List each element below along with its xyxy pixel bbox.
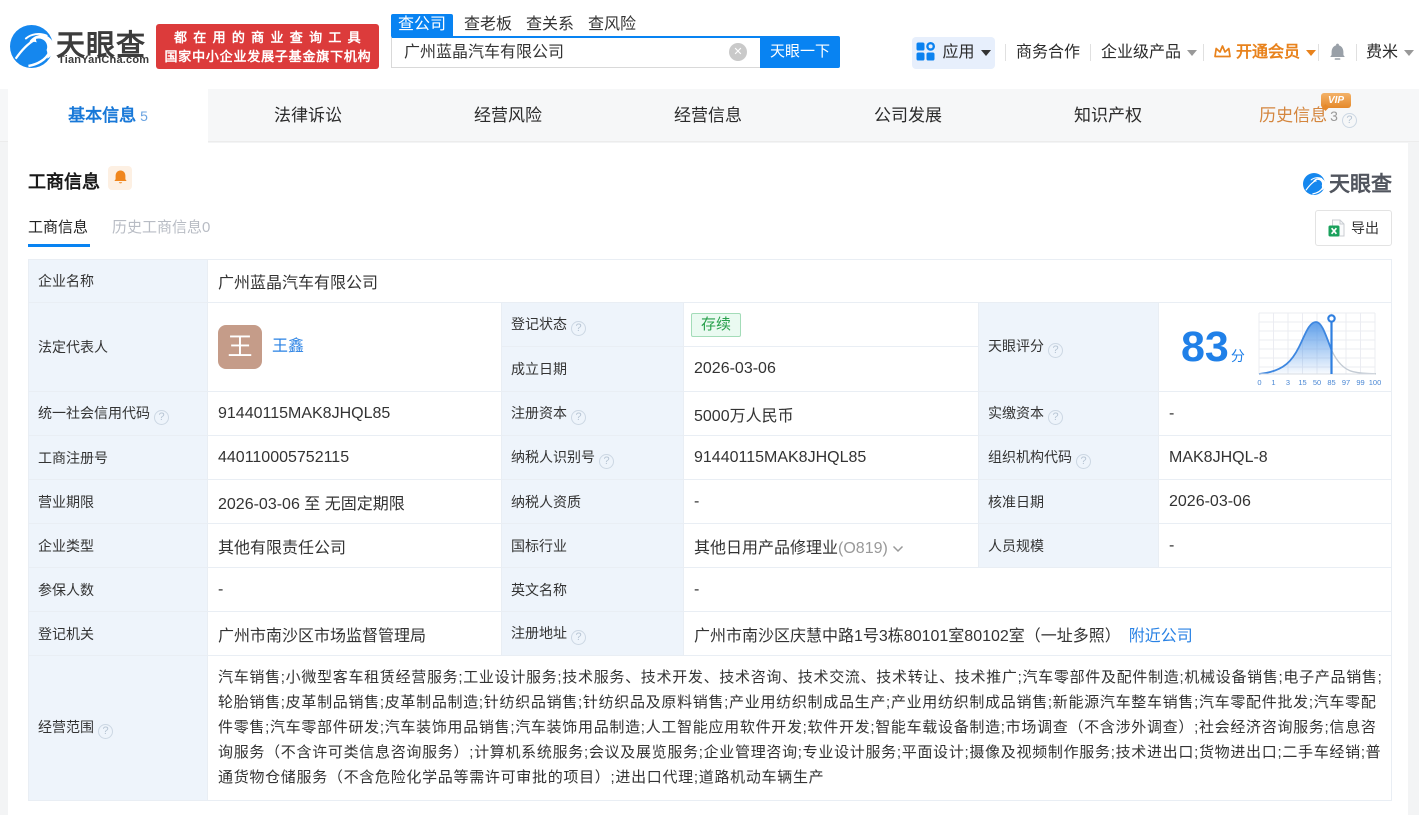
svg-text:0: 0 xyxy=(1257,378,1261,387)
svg-text:85: 85 xyxy=(1327,378,1335,387)
svg-text:50: 50 xyxy=(1313,378,1321,387)
svg-text:1: 1 xyxy=(1271,378,1275,387)
svg-text:15: 15 xyxy=(1298,378,1306,387)
svg-text:99: 99 xyxy=(1356,378,1364,387)
svg-text:100: 100 xyxy=(1369,378,1382,387)
svg-text:3: 3 xyxy=(1286,378,1290,387)
svg-text:97: 97 xyxy=(1342,378,1350,387)
